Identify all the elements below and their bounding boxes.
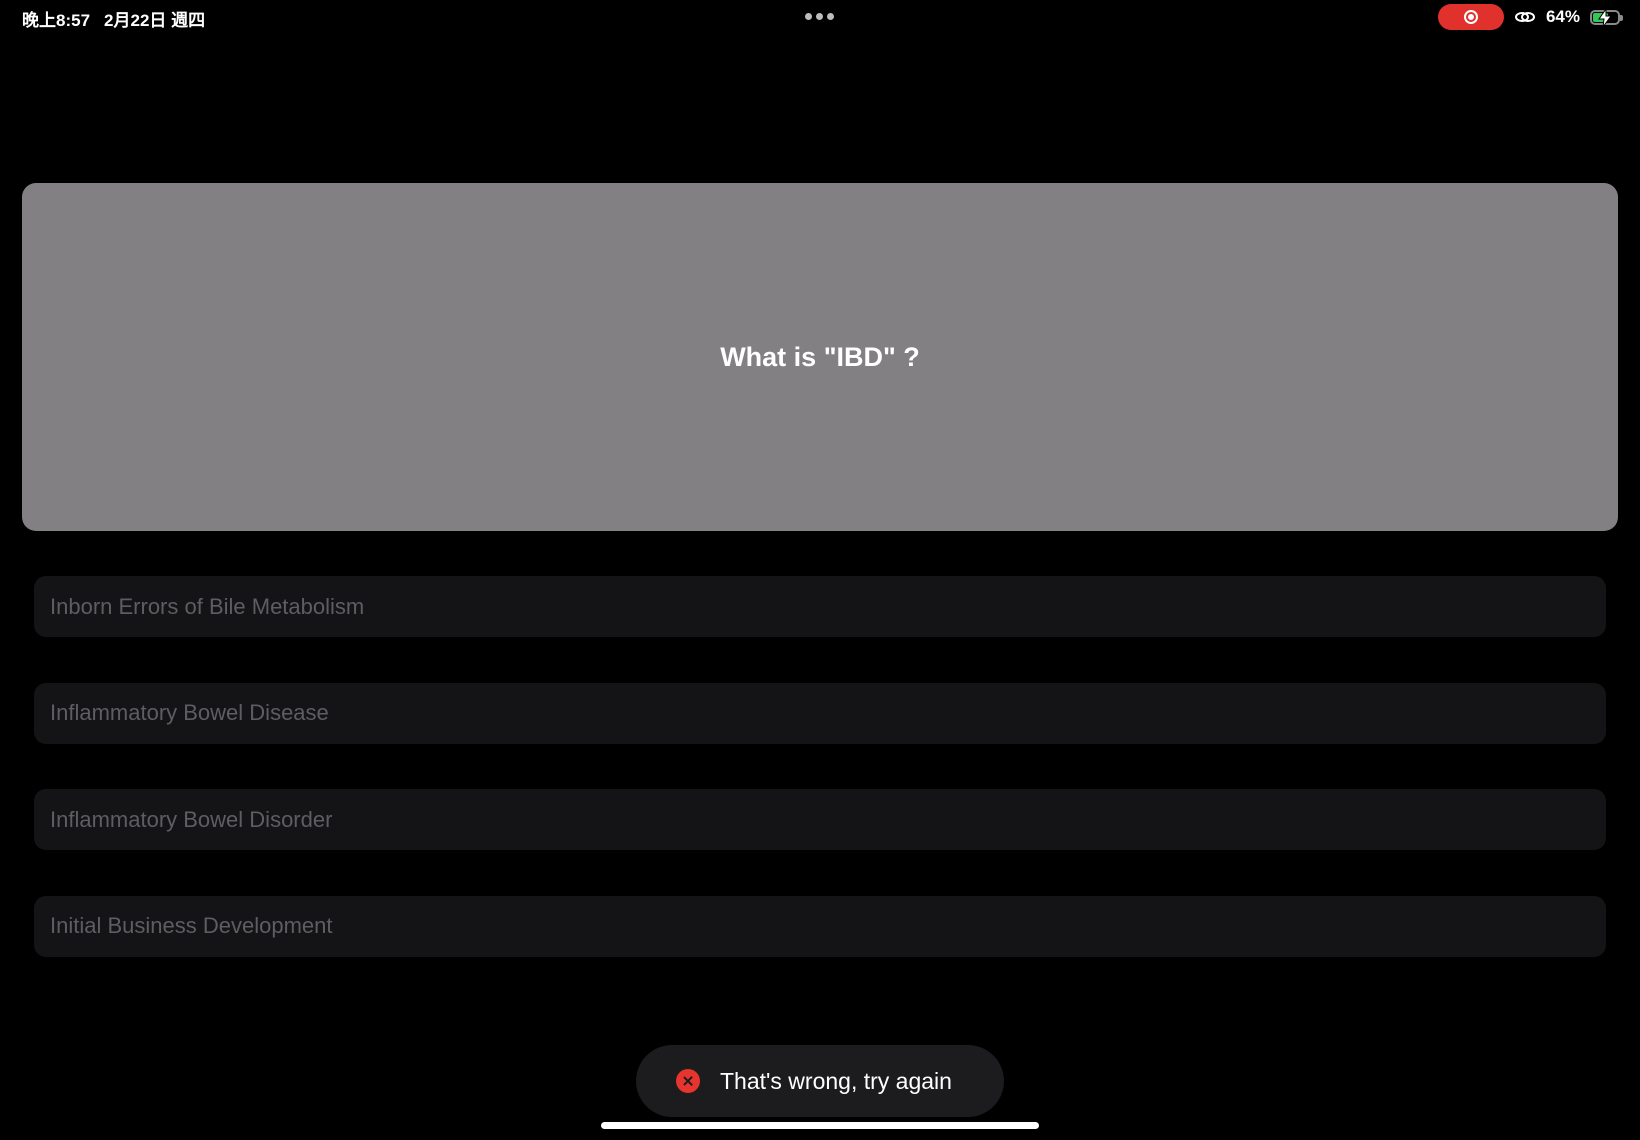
answer-label: Inflammatory Bowel Disease [50, 700, 329, 725]
screen-record-indicator[interactable] [1437, 4, 1504, 30]
answer-option-2[interactable]: Inflammatory Bowel Disease [34, 682, 1606, 744]
answer-label: Inflammatory Bowel Disorder [50, 806, 333, 832]
answer-label: Initial Business Development [50, 913, 333, 938]
charging-bolt-icon [1598, 8, 1612, 27]
multitask-dots-icon[interactable] [805, 13, 834, 20]
record-dot [1467, 14, 1474, 20]
screen-record-icon [1463, 10, 1478, 24]
toast-message: That's wrong, try again [720, 1067, 952, 1094]
status-right: 64% [1437, 4, 1623, 30]
status-bar: 晚上8:57 2月22日 週四 64% [0, 0, 1640, 34]
error-x-icon [676, 1069, 700, 1093]
status-date: 2月22日 週四 [104, 11, 206, 30]
answer-label: Inborn Errors of Bile Metabolism [50, 593, 365, 619]
app-screen: 晚上8:57 2月22日 週四 64% What is "IBD" ? Inbo… [0, 0, 1640, 1140]
battery-percent: 64% [1545, 7, 1580, 26]
answer-option-4[interactable]: Initial Business Development [34, 895, 1606, 957]
link-icon [1514, 12, 1535, 22]
question-text: What is "IBD" ? [720, 341, 920, 372]
battery-cap [1620, 14, 1623, 21]
question-card: What is "IBD" ? [22, 183, 1618, 531]
home-indicator[interactable] [601, 1122, 1039, 1129]
battery-icon [1590, 8, 1623, 27]
dot [816, 13, 823, 20]
answer-option-3[interactable]: Inflammatory Bowel Disorder [34, 789, 1606, 850]
dot [827, 13, 834, 20]
error-toast: That's wrong, try again [636, 1045, 1004, 1117]
dot [805, 13, 812, 20]
answer-list: Inborn Errors of Bile Metabolism Inflamm… [34, 576, 1606, 1002]
answer-option-1[interactable]: Inborn Errors of Bile Metabolism [34, 576, 1606, 637]
status-left: 晚上8:57 2月22日 週四 [22, 6, 205, 31]
status-time: 晚上8:57 [22, 11, 91, 30]
